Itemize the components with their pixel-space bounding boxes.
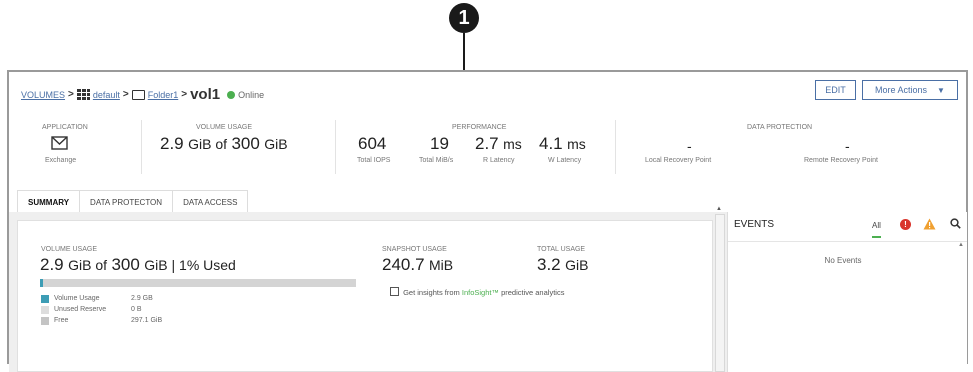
legend-value: 297.1 GiB (131, 317, 163, 324)
divider (335, 120, 336, 174)
error-filter-icon[interactable]: ! (900, 219, 911, 230)
legend-label: Free (54, 317, 69, 324)
breadcrumb-folder-link[interactable]: Folder1 (148, 90, 179, 100)
breadcrumb-pool-link[interactable]: default (93, 90, 120, 100)
search-icon[interactable] (950, 218, 961, 229)
r-latency-unit: ms (503, 136, 522, 152)
total-usage-value: 3.2 GiB (537, 255, 588, 275)
content-scrollbar[interactable] (715, 214, 725, 372)
events-filter-all[interactable]: All (872, 221, 881, 238)
detail-tabs: SUMMARY DATA PROTECTON DATA ACCESS (17, 190, 249, 215)
envelope-icon (51, 136, 68, 150)
legend-value: 2.9 GB (131, 295, 153, 302)
folder-icon (131, 89, 145, 100)
events-panel: EVENTS All ! No Events ▲ (727, 212, 967, 372)
legend-swatch (41, 317, 49, 325)
data-protection-label: DATA PROTECTION (747, 124, 813, 131)
iops-label: Total IOPS (357, 157, 391, 164)
legend-label: Volume Usage (54, 295, 100, 302)
edit-button[interactable]: EDIT (815, 80, 856, 100)
online-status-icon (227, 90, 236, 99)
mibs-value: 19 (430, 134, 449, 153)
summary-content: VOLUME USAGE 2.9 GiB of 300 GiB | 1% Use… (9, 206, 967, 372)
volume-name: vol1 (190, 86, 221, 103)
snapshot-usage-label: SNAPSHOT USAGE (382, 246, 447, 253)
mibs-label: Total MiB/s (419, 157, 454, 164)
r-latency-label: R Latency (483, 157, 515, 164)
card-volume-usage-value: 2.9 GiB of 300 GiB | 1% Used (40, 255, 236, 275)
legend-label: Unused Reserve (54, 306, 107, 313)
snapshot-usage-value: 240.7 MiB (382, 255, 453, 275)
infosight-link[interactable]: InfoSight™ (462, 288, 499, 297)
card-volume-usage-label: VOLUME USAGE (41, 246, 98, 253)
external-link-icon (390, 287, 399, 296)
divider (141, 120, 142, 174)
usage-bar-fill (40, 279, 44, 287)
total-usage-label: TOTAL USAGE (537, 246, 586, 253)
volume-usage-label: VOLUME USAGE (196, 124, 253, 131)
volume-status: Online (238, 89, 265, 100)
local-recovery-value: - (687, 138, 692, 154)
w-latency-label: W Latency (548, 157, 582, 164)
r-latency-number: 2.7 (475, 134, 499, 153)
breadcrumb-separator: > (181, 89, 188, 100)
w-latency-number: 4.1 (539, 134, 563, 153)
more-actions-label: More Actions (875, 85, 928, 95)
no-events-message: No Events (824, 256, 862, 265)
volume-detail-panel: VOLUMES > default > Folder1 > vol1 Onlin… (7, 70, 968, 372)
breadcrumb: VOLUMES > default > Folder1 > vol1 Onlin… (21, 86, 264, 103)
remote-recovery-value: - (845, 138, 850, 154)
volume-used: 2.9 (160, 134, 184, 153)
events-scroll-up-icon[interactable]: ▲ (958, 242, 964, 248)
card-volume-total-unit: GiB | 1% Used (144, 257, 236, 273)
more-actions-button[interactable]: More Actions ▼ (862, 80, 958, 100)
volume-total-unit: GiB (264, 136, 288, 152)
card-volume-used-unit: GiB of (68, 257, 107, 273)
w-latency-unit: ms (567, 136, 586, 152)
breadcrumb-separator: > (122, 89, 129, 100)
w-latency-value: 4.1 ms (539, 134, 586, 154)
performance-label: PERFORMANCE (452, 124, 507, 131)
tab-data-access[interactable]: DATA ACCESS (172, 190, 249, 213)
volume-usage-value: 2.9 GiB of 300 GiB (160, 134, 288, 154)
card-volume-total: 300 (111, 255, 140, 274)
divider (615, 120, 616, 174)
usage-card: VOLUME USAGE 2.9 GiB of 300 GiB | 1% Use… (17, 220, 713, 372)
insight-prefix: Get insights from (403, 288, 460, 297)
breadcrumb-volumes-link[interactable]: VOLUMES (21, 90, 65, 100)
warning-filter-icon[interactable] (923, 218, 936, 230)
application-value: Exchange (45, 157, 77, 164)
events-title: EVENTS (734, 219, 775, 230)
pool-grid-icon (76, 89, 90, 100)
scroll-up-icon[interactable]: ▲ (716, 206, 722, 212)
breadcrumb-separator: > (68, 89, 74, 100)
insight-suffix: predictive analytics (501, 288, 565, 297)
iops-value: 604 (358, 134, 387, 153)
volume-total: 300 (231, 134, 260, 153)
usage-bar (40, 279, 356, 287)
infosight-promo[interactable]: Get insights from InfoSight™ predictive … (390, 287, 564, 297)
legend-swatch (41, 295, 49, 303)
callout-number: 1 (458, 6, 470, 29)
callout-badge: 1 (449, 3, 479, 33)
chevron-down-icon: ▼ (937, 85, 945, 95)
snapshot-unit: MiB (429, 257, 454, 273)
volume-used-unit: GiB of (188, 136, 227, 152)
snapshot-number: 240.7 (382, 255, 425, 274)
local-recovery-label: Local Recovery Point (645, 157, 712, 164)
events-divider (728, 241, 967, 242)
legend-swatch (41, 306, 49, 314)
r-latency-value: 2.7 ms (475, 134, 522, 154)
application-label: APPLICATION (42, 124, 88, 131)
remote-recovery-label: Remote Recovery Point (804, 157, 878, 164)
card-volume-used: 2.9 (40, 255, 64, 274)
total-unit: GiB (565, 257, 589, 273)
total-number: 3.2 (537, 255, 561, 274)
legend-value: 0 B (131, 306, 142, 313)
tab-data-protection[interactable]: DATA PROTECTON (79, 190, 174, 213)
